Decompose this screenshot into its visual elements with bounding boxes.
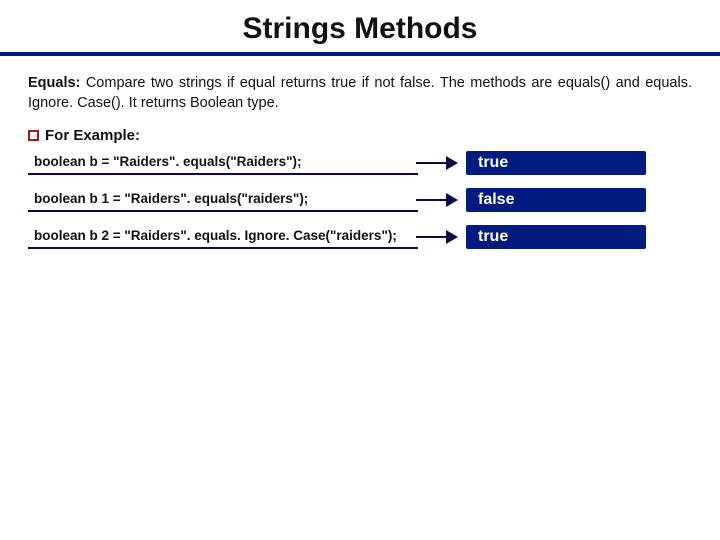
example-heading-text: For Example: (45, 127, 140, 144)
content-area: Equals: Compare two strings if equal ret… (0, 74, 720, 249)
example-row: boolean b 1 = "Raiders". equals("raiders… (28, 187, 692, 212)
description-text: Compare two strings if equal returns tru… (28, 75, 692, 111)
title-underline (0, 52, 720, 56)
result-badge: true (466, 225, 646, 249)
example-row: boolean b 2 = "Raiders". equals. Ignore.… (28, 224, 692, 249)
square-bullet-icon (28, 130, 39, 141)
description-paragraph: Equals: Compare two strings if equal ret… (28, 74, 692, 113)
code-snippet: boolean b 2 = "Raiders". equals. Ignore.… (28, 224, 418, 249)
code-snippet: boolean b = "Raiders". equals("Raiders")… (28, 150, 418, 175)
example-row: boolean b = "Raiders". equals("Raiders")… (28, 150, 692, 175)
result-badge: false (466, 188, 646, 212)
code-snippet: boolean b 1 = "Raiders". equals("raiders… (28, 187, 418, 212)
result-badge: true (466, 151, 646, 175)
description-lead: Equals: (28, 75, 80, 91)
page-title: Strings Methods (0, 0, 720, 52)
example-heading: For Example: (28, 127, 692, 144)
